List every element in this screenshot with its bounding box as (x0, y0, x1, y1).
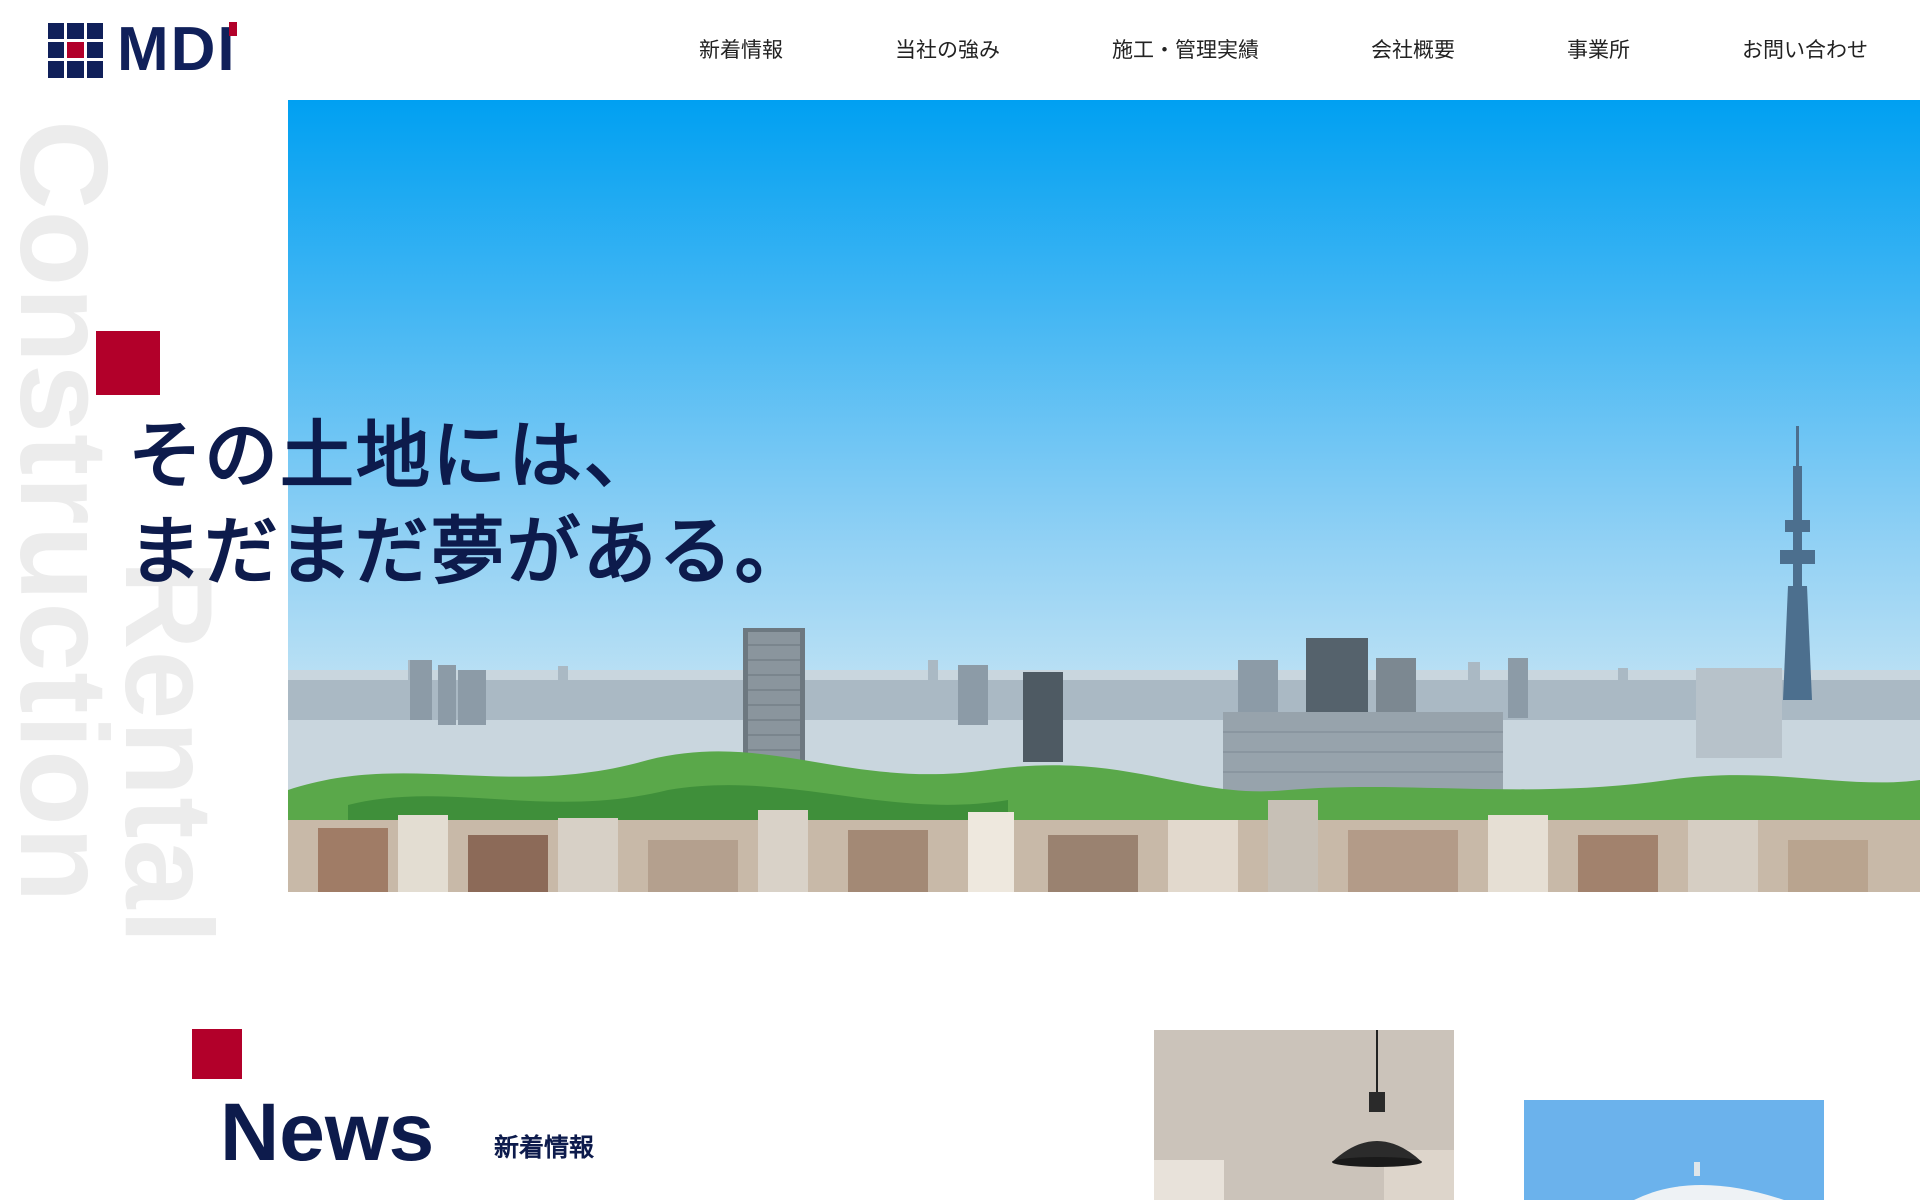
accent-square-hero (96, 331, 160, 395)
news-thumbnail-interior[interactable] (1154, 1030, 1454, 1200)
news-thumbnail-building[interactable] (1524, 1100, 1824, 1200)
pendant-lamp-photo (1154, 1030, 1454, 1200)
nav-item-company[interactable]: 会社概要 (1371, 34, 1455, 64)
news-heading: News (220, 1087, 435, 1178)
hero-catch-copy: その土地には、 まだまだ夢がある。 (128, 408, 811, 600)
hero-catch-line-2: まだまだ夢がある。 (128, 509, 811, 595)
logo-text: MDI (117, 15, 237, 84)
nav-item-contact[interactable]: お問い合わせ (1742, 34, 1868, 64)
building-sky-photo (1524, 1100, 1824, 1200)
watermark-rental: Rental (99, 560, 237, 945)
main-nav: 新着情報 当社の強み 施工・管理実績 会社概要 事業所 お問い合わせ (699, 34, 1868, 64)
nav-item-offices[interactable]: 事業所 (1567, 34, 1630, 64)
logo-mark-icon (48, 22, 103, 78)
logo[interactable]: MDI (48, 15, 237, 84)
hero-catch-line-1: その土地には、 (128, 413, 660, 499)
nav-item-news[interactable]: 新着情報 (699, 34, 783, 64)
nav-item-strengths[interactable]: 当社の強み (895, 34, 1000, 64)
news-subheading: 新着情報 (494, 1133, 595, 1162)
site-header: MDI 新着情報 当社の強み 施工・管理実績 会社概要 事業所 お問い合わせ (0, 0, 1920, 100)
accent-square-news (192, 1029, 242, 1079)
nav-item-works[interactable]: 施工・管理実績 (1112, 34, 1259, 64)
